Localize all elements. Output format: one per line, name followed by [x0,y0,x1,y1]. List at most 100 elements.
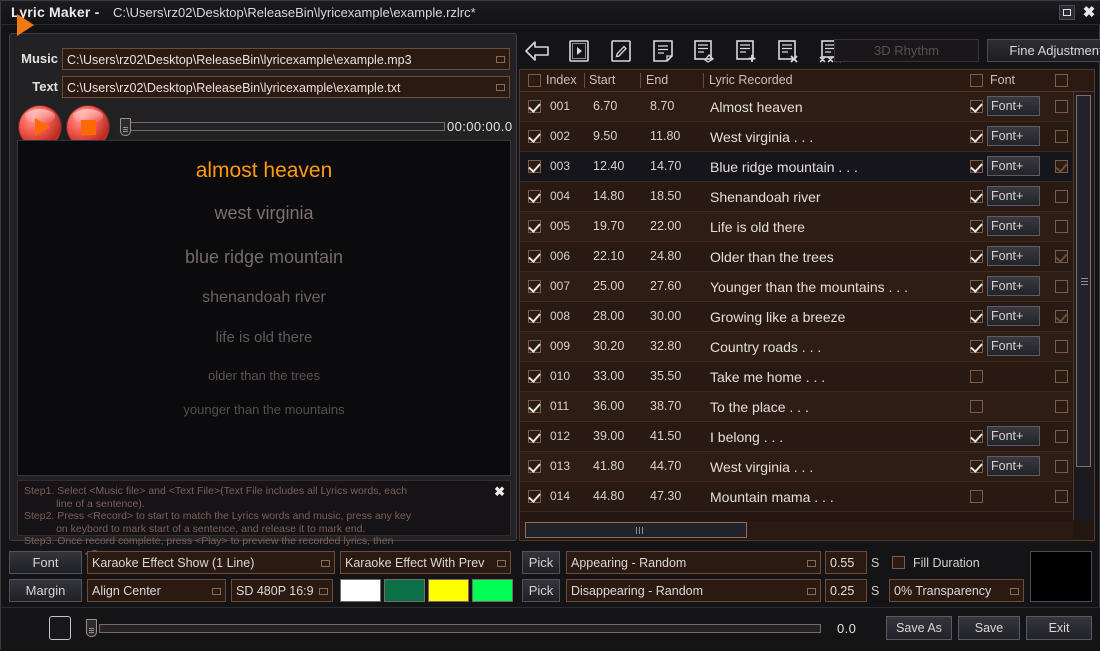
row-extra-checkbox[interactable] [1055,490,1068,503]
row-lyric-text[interactable]: Mountain mama . . . [710,489,834,505]
fill-duration-checkbox[interactable] [892,556,905,569]
row-start-time[interactable]: 39.00 [593,429,624,443]
footer-play-button[interactable] [17,14,34,36]
row-end-time[interactable]: 30.00 [650,309,681,323]
row-font-checkbox[interactable] [970,190,983,203]
exit-button[interactable]: Exit [1026,616,1092,640]
appearing-effect-select[interactable]: Appearing - Random [566,551,821,574]
text-browse-icon[interactable] [496,84,505,91]
column-header-lyric[interactable]: Lyric Recorded [709,73,793,87]
document-add-icon[interactable] [733,37,761,65]
column-header-font[interactable]: Font [990,73,1015,87]
row-extra-checkbox[interactable] [1055,310,1068,323]
effect-show-select[interactable]: Karaoke Effect Show (1 Line) [87,551,335,574]
row-end-time[interactable]: 35.50 [650,369,681,383]
row-enabled-checkbox[interactable] [528,250,541,263]
color-swatch-2[interactable] [384,579,425,602]
document-lines-icon[interactable] [649,37,677,65]
row-lyric-text[interactable]: Shenandoah river [710,189,821,205]
table-row[interactable]: 010 33.00 35.50 Take me home . . . [520,362,1072,392]
table-row[interactable]: 006 22.10 24.80 Older than the trees Font+ [520,242,1072,272]
row-font-checkbox[interactable] [970,340,983,353]
chevron-down-icon[interactable] [807,560,816,567]
color-swatch-1[interactable] [340,579,381,602]
music-browse-icon[interactable] [496,56,505,63]
row-font-button[interactable]: Font+ [987,246,1040,266]
row-enabled-checkbox[interactable] [528,460,541,473]
row-lyric-text[interactable]: Country roads . . . [710,339,821,355]
document-pen-icon[interactable] [691,37,719,65]
row-lyric-text[interactable]: Younger than the mountains . . . [710,279,908,295]
table-row[interactable]: 004 14.80 18.50 Shenandoah river Font+ [520,182,1072,212]
text-file-input[interactable]: C:\Users\rz02\Desktop\ReleaseBin\lyricex… [62,76,510,98]
row-start-time[interactable]: 19.70 [593,219,624,233]
vertical-scroll-thumb[interactable] [1076,95,1091,467]
row-start-time[interactable]: 22.10 [593,249,624,263]
font-button[interactable]: Font [9,551,82,574]
row-font-button[interactable]: Font+ [987,426,1040,446]
row-start-time[interactable]: 12.40 [593,159,624,173]
table-row[interactable]: 013 41.80 44.70 West virginia . . . Font+ [520,452,1072,482]
table-row[interactable]: 007 25.00 27.60 Younger than the mountains … [520,272,1072,302]
row-end-time[interactable]: 47.30 [650,489,681,503]
row-font-checkbox[interactable] [970,460,983,473]
row-extra-checkbox[interactable] [1055,100,1068,113]
disappearing-effect-select[interactable]: Disappearing - Random [566,579,821,602]
row-start-time[interactable]: 25.00 [593,279,624,293]
close-icon[interactable]: ✖ [1081,5,1097,20]
background-color-preview[interactable] [1030,551,1092,602]
timeline-thumb[interactable] [86,619,97,637]
row-extra-checkbox[interactable] [1055,370,1068,383]
table-row[interactable]: 014 44.80 47.30 Mountain mama . . . [520,482,1072,512]
row-font-button[interactable]: Font+ [987,126,1040,146]
row-start-time[interactable]: 9.50 [593,129,617,143]
row-lyric-text[interactable]: Take me home . . . [710,369,825,385]
row-extra-checkbox[interactable] [1055,280,1068,293]
back-arrow-icon[interactable] [523,37,551,65]
row-enabled-checkbox[interactable] [528,220,541,233]
row-enabled-checkbox[interactable] [528,310,541,323]
table-row[interactable]: 003 12.40 14.70 Blue ridge mountain . . . Fo… [520,152,1072,182]
document-delete-icon[interactable] [775,37,803,65]
row-start-time[interactable]: 33.00 [593,369,624,383]
row-end-time[interactable]: 38.70 [650,399,681,413]
row-font-checkbox[interactable] [970,310,983,323]
row-font-checkbox[interactable] [970,250,983,263]
horizontal-scroll-thumb[interactable] [525,522,747,538]
row-font-button[interactable]: Font+ [987,216,1040,236]
row-font-button[interactable]: Font+ [987,306,1040,326]
select-all-checkbox[interactable] [528,74,541,87]
footer-stop-button[interactable] [49,616,71,640]
column-header-start[interactable]: Start [589,73,615,87]
row-font-button[interactable]: Font+ [987,276,1040,296]
preview-progress-thumb[interactable] [120,118,131,136]
row-start-time[interactable]: 41.80 [593,459,624,473]
chevron-down-icon[interactable] [497,560,506,567]
disappearing-duration-input[interactable]: 0.25 [825,579,867,602]
row-lyric-text[interactable]: Blue ridge mountain . . . [710,159,858,175]
row-end-time[interactable]: 32.80 [650,339,681,353]
row-font-checkbox[interactable] [970,220,983,233]
pick-disappearing-button[interactable]: Pick [522,579,560,602]
margin-button[interactable]: Margin [9,579,82,602]
maximize-icon[interactable] [1059,5,1075,20]
color-swatch-3[interactable] [428,579,469,602]
row-enabled-checkbox[interactable] [528,340,541,353]
row-enabled-checkbox[interactable] [528,490,541,503]
row-enabled-checkbox[interactable] [528,400,541,413]
table-row[interactable]: 005 19.70 22.00 Life is old there Font+ [520,212,1072,242]
row-font-checkbox[interactable] [970,100,983,113]
row-lyric-text[interactable]: Growing like a breeze [710,309,845,325]
table-row[interactable]: 011 36.00 38.70 To the place . . . [520,392,1072,422]
row-extra-checkbox[interactable] [1055,160,1068,173]
row-end-time[interactable]: 24.80 [650,249,681,263]
row-start-time[interactable]: 30.20 [593,339,624,353]
timeline-slider[interactable] [99,624,821,633]
row-font-button[interactable]: Font+ [987,96,1040,116]
row-lyric-text[interactable]: To the place . . . [710,399,809,415]
row-font-checkbox[interactable] [970,490,983,503]
column-header-end[interactable]: End [646,73,668,87]
color-swatch-4[interactable] [472,579,513,602]
save-button[interactable]: Save [958,616,1020,640]
row-lyric-text[interactable]: Life is old there [710,219,805,235]
